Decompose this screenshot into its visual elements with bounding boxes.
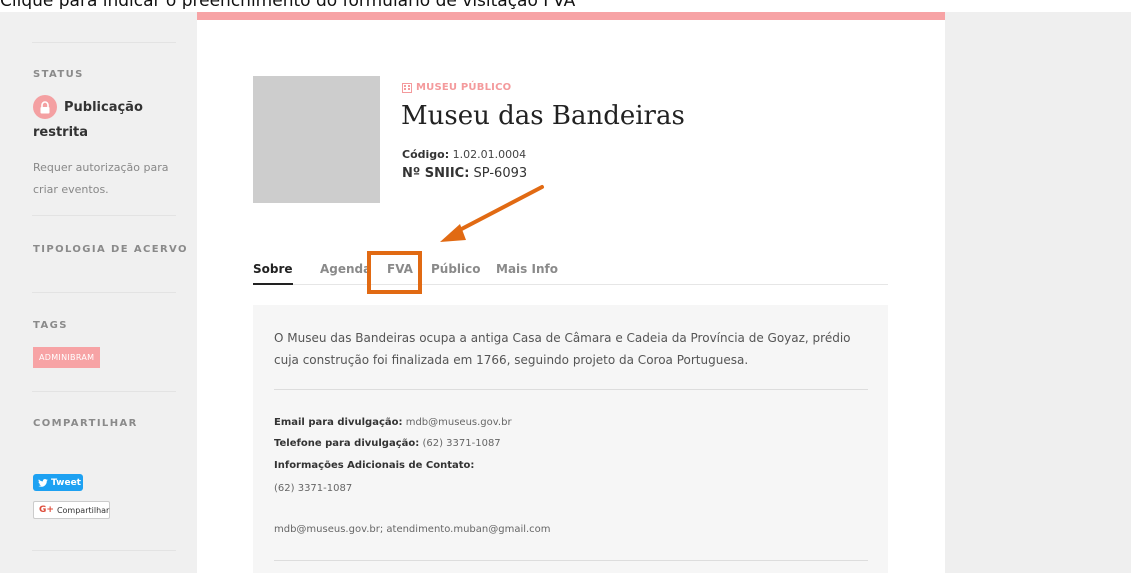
museum-type-label: MUSEU PÚBLICO <box>416 82 512 93</box>
status-heading: STATUS <box>33 69 84 80</box>
sniic-value: SP-6093 <box>473 166 528 181</box>
acervo-heading: TIPOLOGIA DE ACERVO <box>33 244 188 255</box>
museum-type: MUSEU PÚBLICO <box>402 82 511 93</box>
extra-contact-heading: Informações Adicionais de Contato: <box>274 460 474 471</box>
content-divider <box>274 560 868 561</box>
tab-publico[interactable]: Público <box>431 262 481 276</box>
email-value: mdb@museus.gov.br <box>405 417 512 428</box>
fva-highlight-box <box>367 251 422 294</box>
sidebar-divider <box>32 292 176 293</box>
arrow-annotation <box>440 185 544 242</box>
tutorial-caption: Clique para indicar o preenchimento do f… <box>0 0 1131 9</box>
sidebar-divider <box>32 42 176 43</box>
gplus-label: Compartilhar <box>56 505 110 515</box>
sidebar-divider <box>32 550 176 551</box>
google-plus-icon: G+ <box>39 505 54 515</box>
right-gutter <box>945 12 1131 573</box>
museum-thumbnail <box>253 76 380 203</box>
tags-heading: TAGS <box>33 320 68 331</box>
tab-sobre[interactable]: Sobre <box>253 262 293 285</box>
extra-phone: (62) 3371-1087 <box>274 483 353 494</box>
header-accent-bar <box>197 12 945 20</box>
tab-bar: Sobre Agenda FVA Público Mais Info <box>253 262 888 285</box>
phone-value: (62) 3371-1087 <box>422 438 501 449</box>
code-value: 1.02.01.0004 <box>452 148 527 161</box>
status-note: Requer autorização para criar eventos. <box>33 161 169 196</box>
tab-agenda[interactable]: Agenda <box>320 262 371 276</box>
building-icon <box>402 82 412 93</box>
content-divider <box>274 389 868 390</box>
about-panel: O Museu das Bandeiras ocupa a antiga Cas… <box>253 305 888 573</box>
google-plus-share-button[interactable]: G+ Compartilhar <box>33 501 110 519</box>
museum-code: Código: 1.02.01.0004 <box>402 148 526 161</box>
tag-badge[interactable]: ADMINIBRAM <box>33 347 101 368</box>
share-heading: COMPARTILHAR <box>33 418 138 429</box>
phone-info: Telefone para divulgação: (62) 3371-1087 <box>274 438 501 449</box>
page-title: Museu das Bandeiras <box>401 101 685 131</box>
lock-icon <box>33 95 57 119</box>
sidebar-divider <box>32 215 176 216</box>
twitter-icon <box>38 478 48 487</box>
tweet-label: Tweet <box>51 477 81 488</box>
status-label: Publicação <box>64 100 143 115</box>
museum-description: O Museu das Bandeiras ocupa a antiga Cas… <box>274 331 851 367</box>
phone-label: Telefone para divulgação: <box>274 438 420 449</box>
tweet-button[interactable]: Tweet <box>33 474 83 491</box>
email-info: Email para divulgação: mdb@museus.gov.br <box>274 417 512 428</box>
email-label: Email para divulgação: <box>274 417 403 428</box>
status-label-cont: restrita <box>33 125 89 140</box>
code-label: Código: <box>402 148 450 161</box>
museum-sniic: Nº SNIIC: SP-6093 <box>402 166 527 181</box>
extra-contact-label: Informações Adicionais de Contato: <box>274 460 475 471</box>
sidebar-divider <box>32 391 176 392</box>
sniic-label: Nº SNIIC: <box>402 166 470 181</box>
extra-emails: mdb@museus.gov.br; atendimento.muban@gma… <box>274 524 551 535</box>
tab-mais-info[interactable]: Mais Info <box>496 262 558 276</box>
